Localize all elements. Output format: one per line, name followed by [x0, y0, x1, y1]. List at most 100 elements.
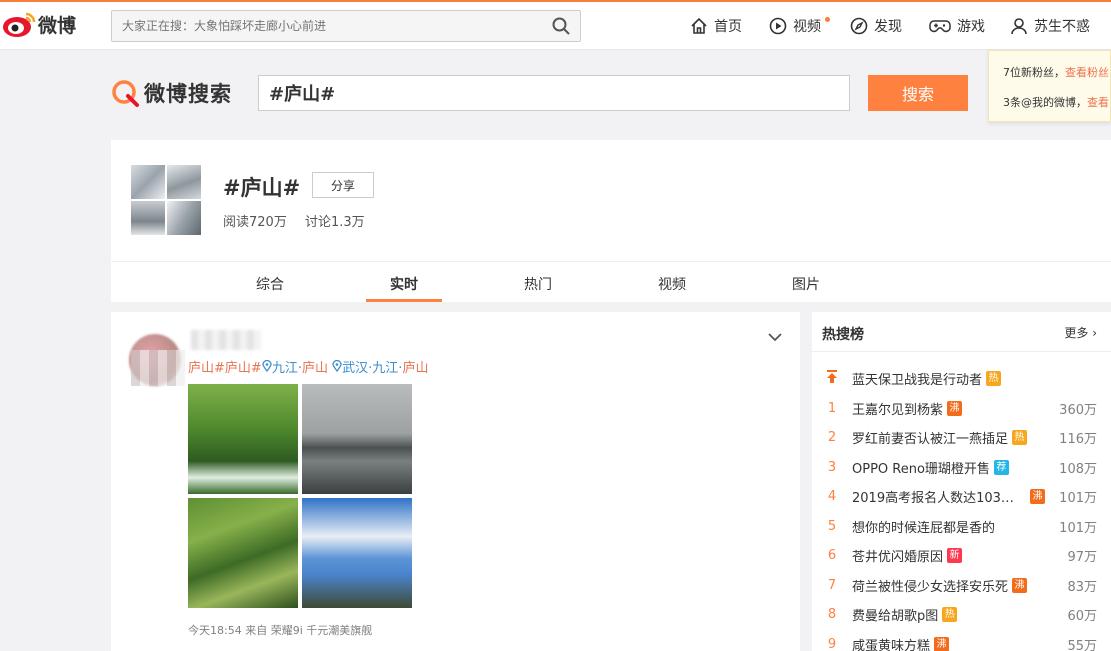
weibo-search-logo[interactable]: 微博搜索: [110, 78, 232, 108]
main-search-box: [258, 75, 850, 111]
tab-pictures[interactable]: 图片: [768, 274, 844, 294]
post-photo[interactable]: [188, 384, 298, 494]
more-label: 更多: [1064, 326, 1089, 340]
notify-fans: 7位新粉丝，查看粉丝: [1003, 64, 1109, 80]
tab-comprehensive[interactable]: 综合: [232, 274, 308, 294]
hot-item-rank: 3: [827, 459, 837, 475]
chevron-down-icon[interactable]: [768, 332, 782, 342]
notify-mentions: 3条@我的微博，查看: [1003, 94, 1109, 110]
hot-badge: 热: [1012, 430, 1028, 446]
tab-hot[interactable]: 热门: [500, 274, 576, 294]
search-button[interactable]: 搜索: [868, 75, 968, 111]
username-blurred[interactable]: [191, 330, 261, 350]
hot-item-name: 王嘉尔见到杨紫: [852, 402, 944, 418]
gamepad-icon: [929, 20, 951, 33]
hot-item-rank: 5: [827, 518, 837, 534]
chevron-right-icon: ›: [1092, 326, 1097, 340]
location-1[interactable]: 九江·庐山: [262, 359, 328, 376]
nav-games[interactable]: 游戏: [929, 16, 985, 36]
weibo-eye-icon: [3, 12, 36, 37]
tab-video[interactable]: 视频: [634, 274, 710, 294]
notify-mentions-text: 3条@我的微博，: [1003, 96, 1087, 109]
main-search-input[interactable]: [259, 76, 849, 110]
pinned-top-icon: [812, 370, 852, 387]
hot-item-name: 苍井优闪婚原因: [852, 550, 944, 566]
new-dot: [825, 17, 830, 22]
hot-item-count: 97万: [1067, 550, 1097, 566]
location-1-city: 九江: [271, 361, 298, 376]
hot-item-count: 360万: [1059, 402, 1097, 418]
hot-item-name: 荷兰被性侵少女选择安乐死: [852, 579, 1009, 595]
hot-item[interactable]: 8 费曼给胡歌p图热 60万: [812, 600, 1111, 630]
location-2-a: 武汉: [342, 361, 369, 376]
top-search-box: [111, 10, 581, 42]
hot-item-count: 116万: [1059, 432, 1097, 448]
hot-search-list: 蓝天保卫战我是行动者热 1 王嘉尔见到杨紫沸 360万 2 罗红前妻否认被江一燕…: [812, 364, 1111, 651]
nav-user[interactable]: 苏生不惑: [1010, 16, 1090, 36]
active-tab-underline: [366, 299, 442, 302]
tag-lushan[interactable]: 庐山: [188, 361, 214, 376]
hot-item-count: 83万: [1067, 579, 1097, 595]
nav-user-label: 苏生不惑: [1034, 19, 1090, 35]
post-photo[interactable]: [302, 498, 412, 608]
post-photo[interactable]: [188, 498, 298, 608]
view-fans-link[interactable]: 查看粉丝: [1065, 66, 1109, 79]
hot-item[interactable]: 4 2019高考报名人数达1031万沸 101万: [812, 482, 1111, 512]
thumb-tile: [167, 201, 201, 235]
hot-item[interactable]: 9 咸蛋黄味方糕沸 55万: [812, 630, 1111, 651]
nav-discover[interactable]: 发现: [850, 16, 902, 36]
hot-item[interactable]: 蓝天保卫战我是行动者热: [812, 364, 1111, 394]
nav-video[interactable]: 视频: [769, 16, 830, 36]
share-button[interactable]: 分享: [312, 172, 374, 198]
boil-badge: 沸: [1030, 489, 1045, 505]
hot-item[interactable]: 5 想你的时候连屁都是香的 101万: [812, 512, 1111, 542]
hot-item-count: 55万: [1067, 638, 1097, 651]
hot-item-rank: 2: [827, 430, 837, 446]
search-icon[interactable]: [552, 17, 570, 35]
nav-games-label: 游戏: [957, 19, 985, 35]
photo-grid: [188, 384, 412, 608]
search-brand-text: 微博搜索: [144, 82, 232, 106]
hot-item[interactable]: 7 荷兰被性侵少女选择安乐死沸 83万: [812, 571, 1111, 601]
location-2-c: 庐山: [402, 361, 429, 376]
hot-search-more-link[interactable]: 更多 ›: [1064, 324, 1097, 341]
hot-search-title: 热搜榜: [822, 327, 864, 343]
thumb-tile: [131, 165, 165, 199]
new-badge: 新: [947, 548, 963, 564]
weibo-logo[interactable]: 微博: [2, 10, 76, 38]
hot-item-name: 2019高考报名人数达1031万: [852, 491, 1020, 507]
view-mentions-link[interactable]: 查看: [1087, 96, 1109, 109]
hashtag-lushan[interactable]: #庐山#: [214, 361, 262, 376]
tab-realtime[interactable]: 实时: [366, 274, 442, 294]
nav-home[interactable]: 首页: [690, 16, 742, 36]
recommend-badge: 荐: [993, 459, 1009, 475]
hot-item-rank: 6: [827, 548, 837, 564]
boil-badge: 沸: [1012, 577, 1028, 593]
nav-video-label: 视频: [793, 19, 821, 35]
video-icon: [769, 17, 787, 35]
logo-text: 微博: [38, 14, 77, 37]
hot-item[interactable]: 6 苍井优闪婚原因新 97万: [812, 541, 1111, 571]
post-photo[interactable]: [302, 384, 412, 494]
thumb-tile: [167, 165, 201, 199]
topic-card: #庐山# 分享 阅读720万 讨论1.3万 综合 实时 热门 视频 图片: [111, 140, 1111, 302]
location-pin-icon: [262, 359, 272, 373]
hot-search-panel: 热搜榜 更多 › 蓝天保卫战我是行动者热 1 王嘉尔见到杨紫沸 360万 2 罗…: [812, 312, 1111, 651]
hot-item[interactable]: 1 王嘉尔见到杨紫沸 360万: [812, 394, 1111, 424]
location-2[interactable]: 武汉·九江·庐山: [332, 359, 429, 376]
hot-item-name: 想你的时候连屁都是香的: [852, 520, 996, 536]
hot-item-name: 罗红前妻否认被江一燕插足: [852, 432, 1009, 448]
topic-title: #庐山#: [223, 176, 301, 200]
feed-post: 庐山#庐山# 九江·庐山 武汉·九江·庐山 今天18:54 来自 荣耀9i 千元潮…: [111, 312, 800, 651]
boil-badge: 沸: [934, 636, 950, 651]
hot-item-count: 108万: [1059, 461, 1097, 477]
hot-item-rank: 1: [827, 400, 837, 416]
location-1-spot: 庐山: [301, 361, 328, 376]
top-search-input[interactable]: [112, 11, 532, 41]
boil-badge: 沸: [947, 400, 963, 416]
hot-search-header: 热搜榜 更多 ›: [812, 312, 1111, 352]
hot-item[interactable]: 3 OPPO Reno珊瑚橙开售荐 108万: [812, 453, 1111, 483]
hot-item[interactable]: 2 罗红前妻否认被江一燕插足热 116万: [812, 423, 1111, 453]
location-2-b: 九江: [372, 361, 399, 376]
tabs-divider: [111, 261, 1111, 262]
